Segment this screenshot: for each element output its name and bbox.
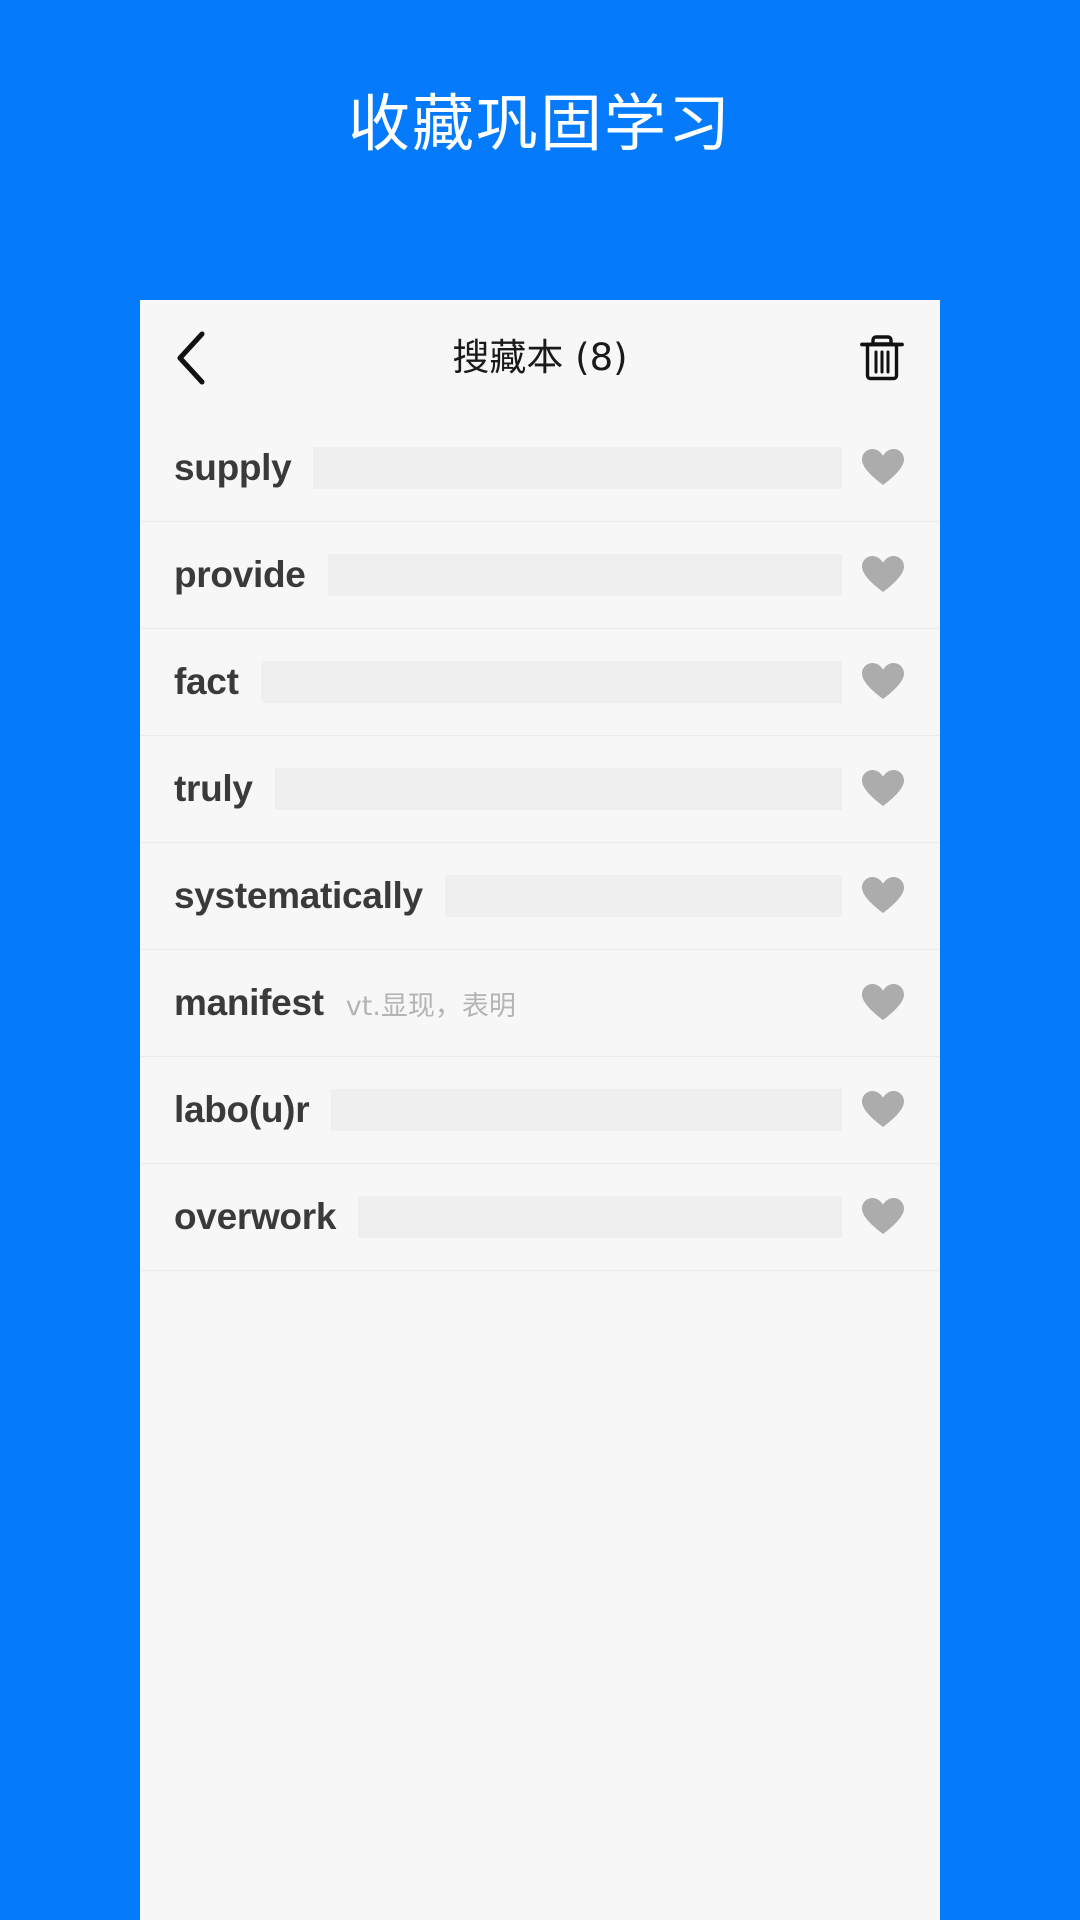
word-term: labo(u)r [174, 1089, 310, 1130]
definition-mask [274, 768, 842, 810]
word-definition[interactable] [358, 1196, 842, 1238]
word-definition[interactable]: vt.显现，表明 [346, 984, 842, 1023]
word-term: systematically [174, 875, 423, 916]
heart-filled-icon [861, 769, 905, 809]
word-definition[interactable] [327, 554, 842, 596]
heart-filled-icon [861, 555, 905, 595]
delete-button[interactable] [844, 327, 906, 389]
back-button[interactable] [174, 327, 236, 389]
word-term: overwork [174, 1196, 337, 1237]
heart-filled-icon [861, 662, 905, 702]
navbar-title: 搜藏本 (8) [452, 336, 628, 379]
table-row[interactable]: supply [140, 415, 940, 522]
favorite-button[interactable] [860, 445, 906, 491]
table-row[interactable]: overwork [140, 1164, 940, 1271]
table-row[interactable]: labo(u)r [140, 1057, 940, 1164]
word-term: truly [174, 768, 253, 809]
navbar: 搜藏本 (8) [140, 300, 940, 415]
definition-mask [331, 1089, 842, 1131]
table-row[interactable]: truly [140, 736, 940, 843]
chevron-left-icon [174, 330, 208, 386]
heart-filled-icon [861, 876, 905, 916]
heart-filled-icon [861, 1090, 905, 1130]
favorite-button[interactable] [860, 1194, 906, 1240]
definition-mask [358, 1196, 842, 1238]
word-list: supply provide fact truly systematically… [140, 415, 940, 1271]
favorite-button[interactable] [860, 873, 906, 919]
word-definition[interactable] [331, 1089, 842, 1131]
definition-mask [327, 554, 842, 596]
table-row[interactable]: provide [140, 522, 940, 629]
heart-filled-icon [861, 1197, 905, 1237]
table-row[interactable]: systematically [140, 843, 940, 950]
trash-icon [858, 332, 906, 384]
table-row[interactable]: fact [140, 629, 940, 736]
phone-card: 搜藏本 (8) supply provide fact truly system… [140, 300, 940, 1920]
definition-mask [313, 447, 842, 489]
word-term: provide [174, 554, 306, 595]
definition-mask [444, 875, 842, 917]
word-definition[interactable] [274, 768, 842, 810]
favorite-button[interactable] [860, 552, 906, 598]
favorite-button[interactable] [860, 980, 906, 1026]
heart-filled-icon [861, 448, 905, 488]
definition-text: vt.显现，表明 [345, 990, 516, 1022]
favorite-button[interactable] [860, 659, 906, 705]
word-term: fact [174, 661, 239, 702]
word-definition[interactable] [260, 661, 842, 703]
word-term: manifest [174, 982, 324, 1023]
word-definition[interactable] [313, 447, 842, 489]
definition-mask [260, 661, 842, 703]
heart-filled-icon [861, 983, 905, 1023]
word-definition[interactable] [444, 875, 842, 917]
favorite-button[interactable] [860, 766, 906, 812]
word-term: supply [174, 447, 292, 488]
table-row[interactable]: manifest vt.显现，表明 [140, 950, 940, 1057]
favorite-button[interactable] [860, 1087, 906, 1133]
promo-headline: 收藏巩固学习 [347, 87, 732, 160]
